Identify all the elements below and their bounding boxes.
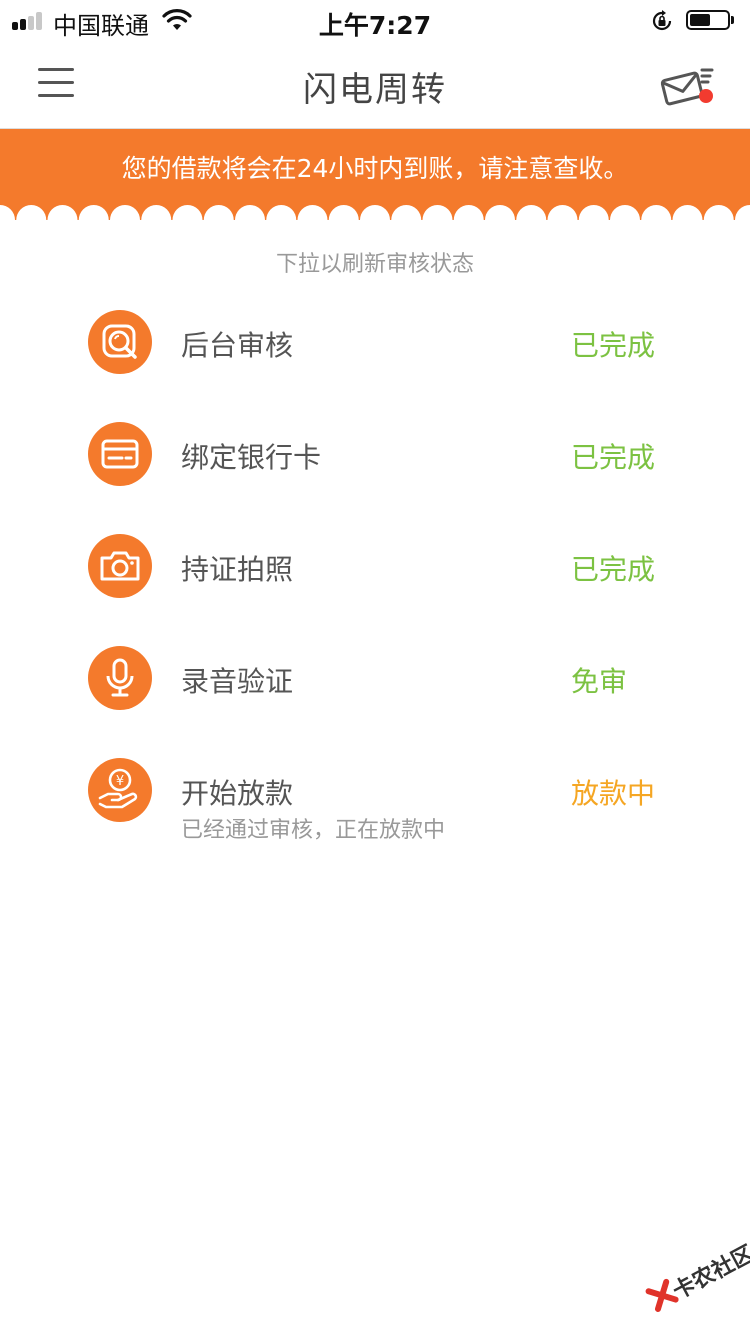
- camera-icon: [88, 534, 152, 598]
- step-bind-bank-card: 绑定银行卡 已完成: [0, 422, 750, 512]
- step-label: 录音验证: [181, 665, 294, 698]
- unread-dot: [699, 89, 713, 103]
- battery-icon: [686, 10, 730, 30]
- battery-tip: [731, 16, 734, 24]
- watermark-logo: 卡农社区: [635, 1224, 750, 1335]
- banner-text: 您的借款将会在24小时内到账，请注意查收。: [121, 154, 629, 183]
- search-review-icon: [88, 310, 152, 374]
- bank-card-icon: [88, 422, 152, 486]
- watermark-text: 卡农社区: [668, 1241, 750, 1305]
- microphone-icon: [88, 646, 152, 710]
- money-hand-icon: ¥: [88, 758, 152, 822]
- step-subtitle: 已经通过审核，正在放款中: [181, 818, 446, 843]
- svg-text:¥: ¥: [116, 774, 124, 789]
- banner-scallop-edge: [0, 202, 750, 220]
- rotation-lock-icon: [652, 10, 672, 31]
- step-voice-verify: 录音验证 免审: [0, 646, 750, 736]
- step-label: 持证拍照: [181, 553, 294, 586]
- step-disbursement: ¥ 开始放款 放款中 已经通过审核，正在放款中: [0, 758, 750, 848]
- step-status: 免审: [571, 665, 628, 698]
- page-title: 闪电周转: [303, 70, 447, 110]
- nav-bar: 闪电周转: [0, 40, 750, 129]
- step-status: 放款中: [571, 777, 656, 810]
- step-status: 已完成: [571, 441, 656, 474]
- step-label: 开始放款: [181, 777, 294, 810]
- status-bar: 中国联通 上午7:27: [0, 0, 750, 40]
- pull-to-refresh-hint: 下拉以刷新审核状态: [275, 252, 474, 277]
- step-status: 已完成: [571, 553, 656, 586]
- step-label: 绑定银行卡: [181, 441, 322, 474]
- step-id-photo: 持证拍照 已完成: [0, 534, 750, 624]
- clock: 上午7:27: [318, 11, 432, 40]
- step-label: 后台审核: [181, 329, 294, 362]
- envelope-notification-icon[interactable]: [660, 64, 716, 108]
- step-backend-review: 后台审核 已完成: [0, 310, 750, 400]
- step-status: 已完成: [571, 329, 656, 362]
